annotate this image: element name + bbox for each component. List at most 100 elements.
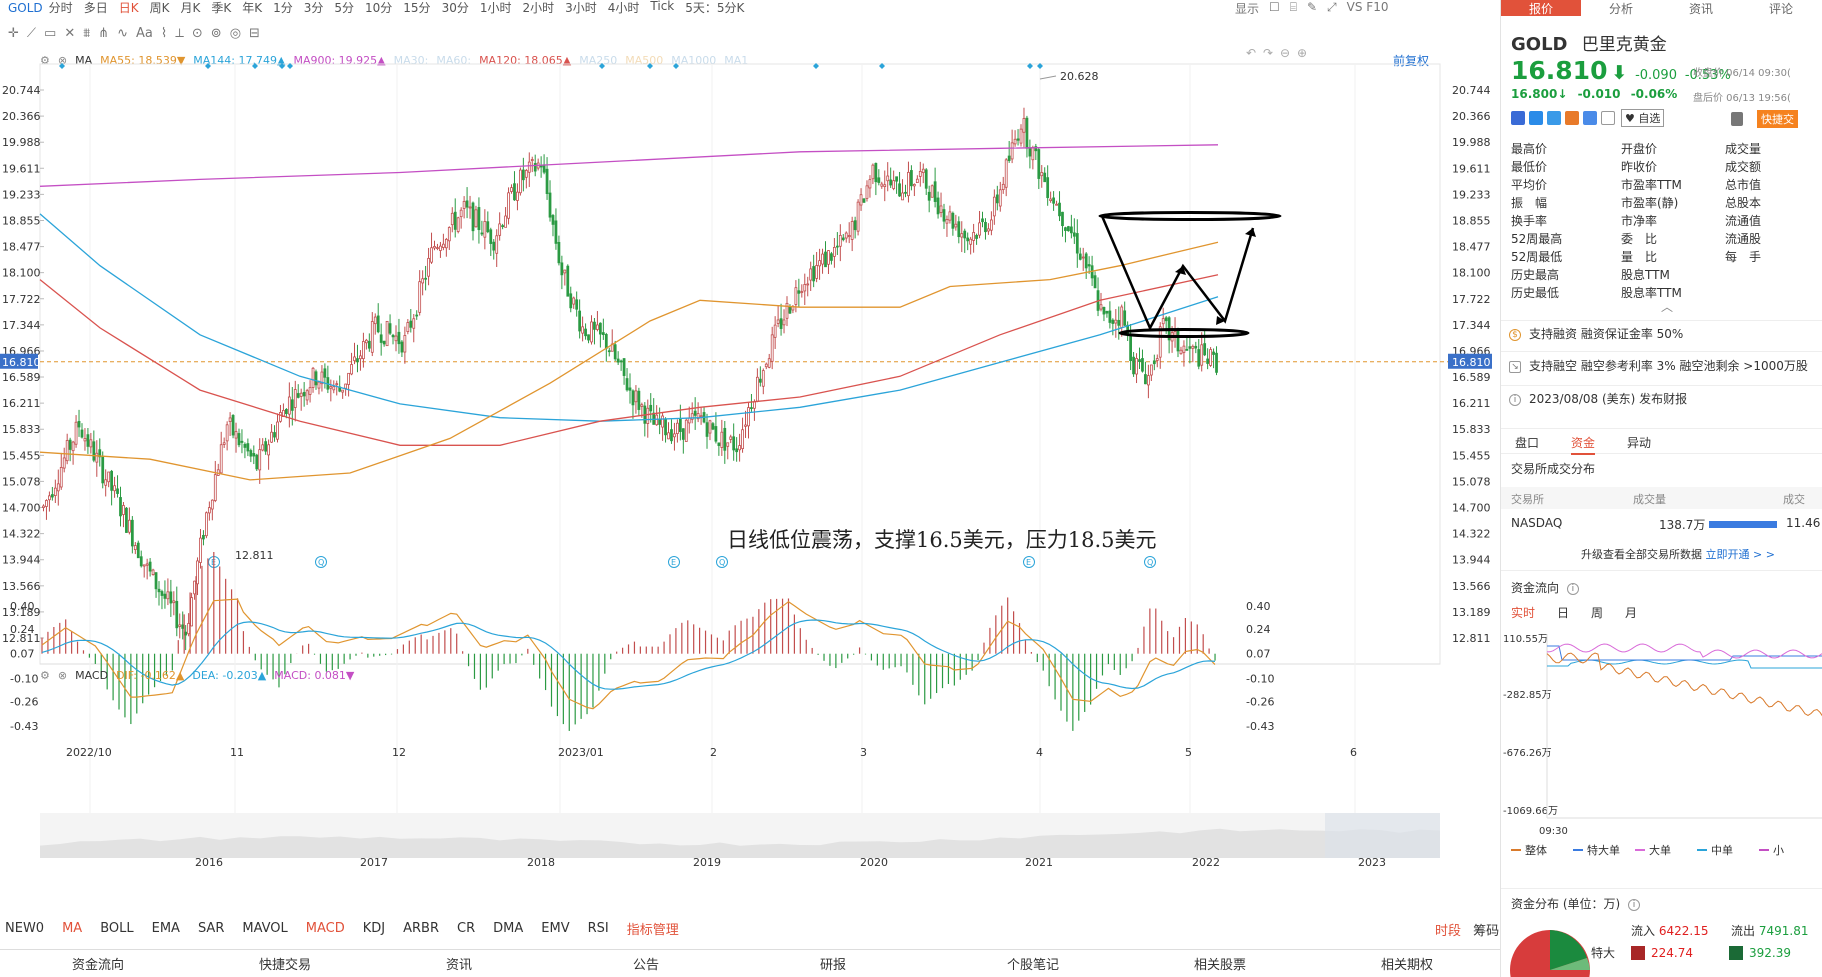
channel-icon[interactable]: ⩩ [83,26,90,41]
sub-tab-1[interactable]: 资金 [1571,434,1596,455]
fork-icon[interactable]: ⋔ [98,26,109,41]
eye-icon[interactable]: ◎ [230,26,241,41]
us-flag-icon[interactable] [1511,111,1525,125]
self-select-button[interactable]: ♥ 自选 [1621,109,1665,127]
ruler-icon[interactable]: ⟂ [175,26,184,41]
indicator-tab-7[interactable]: KDJ [363,921,385,936]
flow-legend-item-2[interactable]: 大单 [1649,842,1671,858]
period-tab-15[interactable]: 3小时 [565,0,597,16]
bottom-tab-6[interactable]: 相关股票 [1194,954,1246,973]
flow-tab-2[interactable]: 周 [1591,604,1603,621]
s-icon[interactable] [1547,111,1561,125]
flow-legend-item-4[interactable]: 小 [1773,842,1784,858]
bottom-tab-1[interactable]: 快捷交易 [259,954,311,973]
note-icon[interactable] [1601,111,1615,125]
period-tab-11[interactable]: 15分 [403,0,430,16]
quote-tab-0[interactable]: 报价 [1501,0,1581,16]
quote-tab-3[interactable]: 评论 [1741,0,1821,16]
compare-f10[interactable]: VS F10 [1347,0,1389,17]
pen-icon[interactable]: ✎ [1307,0,1317,17]
dist-info-icon[interactable]: i [1628,898,1641,911]
indicator-tab-5[interactable]: MAVOL [242,921,287,936]
wave-icon[interactable]: ∿ [117,26,128,41]
bottom-tab-0[interactable]: 资金流向 [72,954,124,973]
indicator-tab-11[interactable]: EMV [541,921,569,936]
quick-trade-button[interactable]: 快捷交 [1757,110,1798,128]
quote-tab-1[interactable]: 分析 [1581,0,1661,16]
text-tool[interactable]: Aa [136,26,153,41]
macd-settings-icon[interactable]: ⚙ [40,669,50,682]
macd-close-icon[interactable]: ⊗ [58,669,67,682]
share-icon[interactable] [1583,111,1597,125]
period-tab-8[interactable]: 3分 [304,0,324,16]
flow-tab-3[interactable]: 月 [1625,604,1637,621]
redo-icon[interactable]: ↷ [1263,46,1273,60]
flow-legend-item-1[interactable]: 特大单 [1587,842,1620,858]
macd-legend-item-1[interactable]: DEA: -0.203▲ [192,669,266,682]
quote-tab-2[interactable]: 资讯 [1661,0,1741,16]
lightning-icon[interactable] [1529,111,1543,125]
camera-icon[interactable]: ⌸ [1290,0,1297,17]
crosshair-icon[interactable]: ✛ [8,26,19,41]
period-tab-13[interactable]: 1小时 [480,0,512,16]
indicator-tab-6[interactable]: MACD [306,921,345,936]
undo-icon[interactable]: ↶ [1246,46,1256,60]
brush-icon[interactable]: ⌇ [161,26,167,41]
symbol-label[interactable]: GOLD [8,1,43,15]
indicator-tab-8[interactable]: ARBR [403,921,439,936]
session-button[interactable]: 时段 [1435,924,1461,939]
period-tab-16[interactable]: 4小时 [608,0,640,16]
zoom-out-icon[interactable]: ⊖ [1280,46,1290,60]
period-tab-17[interactable]: Tick [650,0,674,16]
zoom-in-icon[interactable]: ⊕ [1297,46,1307,60]
cross-tool-icon[interactable]: ✕ [64,26,75,41]
indicator-tab-3[interactable]: EMA [152,921,180,936]
checkbox-icon[interactable]: ☐ [1269,0,1280,17]
bell-icon[interactable] [1731,112,1743,126]
sub-tab-2[interactable]: 异动 [1627,434,1651,451]
trend-line-icon[interactable]: ⟋ [27,26,36,41]
indicator-tab-13[interactable]: 指标管理 [627,919,679,938]
flow-tab-1[interactable]: 日 [1557,604,1569,621]
upgrade-link[interactable]: 立即开通 > > [1706,548,1775,561]
bottom-tab-3[interactable]: 公告 [633,954,659,973]
period-tab-6[interactable]: 年K [242,0,262,16]
kline-chart[interactable]: 20.744 20.744 20.366 20.366 19.988 19.988 19.6… [0,45,1500,915]
period-tab-4[interactable]: 月K [180,0,200,16]
chips-button[interactable]: 筹码 [1473,924,1499,939]
trash-icon[interactable]: ⊟ [249,26,260,41]
flow-legend-item-0[interactable]: 整体 [1525,842,1547,858]
period-tab-3[interactable]: 周K [150,0,170,16]
flow-tab-0[interactable]: 实时 [1511,604,1535,621]
period-tab-10[interactable]: 10分 [365,0,392,16]
period-tab-14[interactable]: 2小时 [522,0,554,16]
period-tab-0[interactable]: 分时 [49,0,73,16]
macd-legend-item-2[interactable]: MACD: 0.081▼ [274,669,354,682]
flow-legend-item-3[interactable]: 中单 [1711,842,1733,858]
period-tab-9[interactable]: 5分 [334,0,354,16]
indicator-tab-1[interactable]: MA [62,921,82,936]
bottom-tab-5[interactable]: 个股笔记 [1007,954,1059,973]
bottom-tab-7[interactable]: 相关期权 [1381,954,1433,973]
display-menu[interactable]: 显示 [1235,0,1259,17]
macd-legend-item-0[interactable]: DIF: -0.162▲ [116,669,184,682]
indicator-tab-0[interactable]: NEW0 [5,921,44,936]
fullscreen-icon[interactable]: ⤢ [1327,0,1337,17]
period-tab-7[interactable]: 1分 [273,0,293,16]
indicator-tab-12[interactable]: RSI [588,921,609,936]
period-tab-18[interactable]: 5天：5分K [685,0,744,16]
period-tab-1[interactable]: 多日 [84,0,108,16]
bottom-tab-4[interactable]: 研报 [820,954,846,973]
lock-icon[interactable]: ⊙ [192,26,203,41]
indicator-tab-9[interactable]: CR [457,921,475,936]
period-tab-12[interactable]: 30分 [442,0,469,16]
overview-window[interactable] [1325,813,1440,858]
indicator-tab-10[interactable]: DMA [493,921,523,936]
o-icon[interactable] [1565,111,1579,125]
sub-tab-0[interactable]: 盘口 [1515,434,1539,451]
collapse-icon[interactable]: ︿ [1661,298,1673,315]
bottom-tab-2[interactable]: 资讯 [446,954,472,973]
rectangle-icon[interactable]: ▭ [44,26,56,41]
indicator-tab-4[interactable]: SAR [198,921,224,936]
period-tab-5[interactable]: 季K [211,0,231,16]
